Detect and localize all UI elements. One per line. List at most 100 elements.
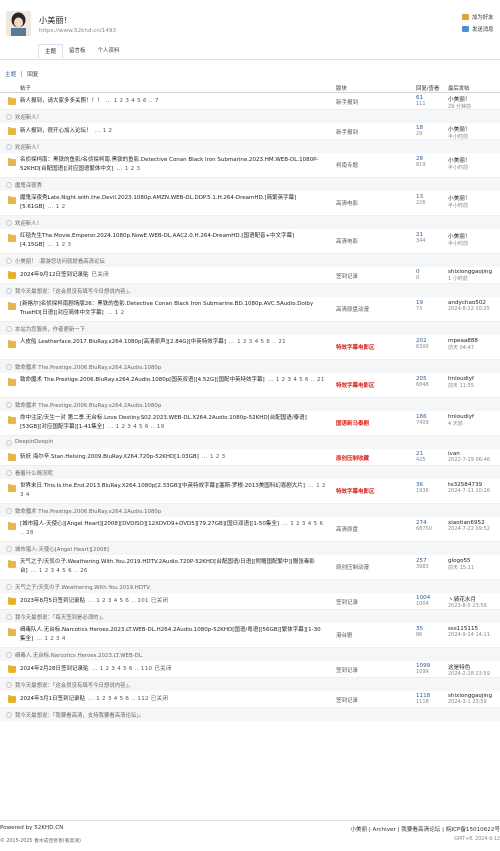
last-post-user[interactable]: 这是特色 (448, 663, 490, 671)
reply-preview: 欢迎新人！ (0, 139, 500, 153)
tab-guestbook[interactable]: 留言板 (63, 44, 92, 59)
send-message-button[interactable]: 发送消息 (462, 24, 500, 36)
thread-forum[interactable]: 高清原盘 (336, 525, 358, 533)
row-main: [新格尔]名侦探柯南剧场版26：黑铁的鱼影.Detective Conan Bl… (0, 297, 500, 321)
thread-forum[interactable]: 原创压制收藏 (336, 454, 369, 462)
last-post-time[interactable]: 前天 11:55 (448, 382, 474, 389)
thread-title-link[interactable]: 人皮船 Leatherface.2017.BluRay.x264.1080p[高… (20, 339, 226, 345)
thread-title-link[interactable]: 2024年9月12日签到记录贴 (20, 272, 89, 278)
thread-forum[interactable]: 签到记录 (336, 598, 358, 606)
add-friend-button[interactable]: 加为好友 (462, 12, 500, 24)
last-post-user[interactable]: 小美丽！ (448, 156, 470, 164)
reply-preview-text[interactable]: 致命魔术 The.Prestige.2006.BluRay.x264.2Audi… (15, 401, 161, 409)
tab-threads[interactable]: 主题 (38, 44, 64, 59)
reply-preview-text[interactable]: 我今天最想说：「每天签到是必须的」。 (15, 613, 107, 621)
last-post-time[interactable]: 前天 04:47 (448, 344, 478, 351)
thread-counts: 202 6300 (416, 338, 429, 350)
thread-pages[interactable]: ... 1 2 3 4 5 6 .. 110 已关闭 (92, 666, 172, 672)
thread-forum[interactable]: 高清原盘动漫 (336, 305, 369, 313)
last-post-user[interactable]: 小美丽！ (448, 95, 471, 103)
thread-title-link[interactable]: 致命魔术 The.Prestige.2006.BluRay.x264.2Audi… (20, 377, 265, 383)
last-post-time[interactable]: 半小时前 (448, 202, 470, 209)
thread-pages[interactable]: ... 1 2 3 4 5 6 .. 7 (106, 98, 159, 104)
thread-pages[interactable]: ... 1 2 3 4 (36, 636, 66, 642)
reply-preview-text[interactable]: 本站为您服务，作者更新一下 (15, 325, 85, 333)
reply-preview-text[interactable]: 魔鬼深夜秀 (15, 181, 42, 189)
profile-url[interactable]: https://www.52khd.cn/1493 (39, 28, 116, 34)
thread-pages[interactable]: ... 1 2 3 4 5 6 .. 101 已关闭 (88, 598, 168, 604)
thread-forum[interactable]: 新手报到 (336, 128, 358, 136)
thread-forum[interactable]: 新手报到 (336, 98, 358, 106)
reply-preview-text[interactable]: 小美丽！ :慕游您访问就提看高清论坛 (15, 257, 105, 265)
thread-pages[interactable]: ... 1 2 3 (48, 242, 72, 248)
last-post-user[interactable]: ヽ骑花水月 (448, 595, 487, 603)
thread-title-link[interactable]: 斩妖 海尔辛.Stan.Helsing.2009.BluRay.X264.720… (20, 454, 199, 460)
thread-title-link[interactable]: 新人报到，请大家多多关照！！！ (20, 98, 103, 104)
thread-forum[interactable]: 国语新马泰剧 (336, 419, 369, 427)
last-post-user[interactable]: 小美丽！ (448, 194, 470, 202)
thread-forum[interactable]: 签到记录 (336, 272, 358, 280)
last-post-time[interactable]: 半小时前 (448, 164, 470, 171)
footer-powered[interactable]: Powered by 52KHD.CN (0, 825, 63, 831)
thread-forum[interactable]: 签到记录 (336, 696, 358, 704)
thread-pages[interactable]: ... 1 2 3 (202, 454, 226, 460)
last-post-time[interactable]: 前天 15:11 (448, 564, 474, 571)
thread-title-link[interactable]: [新格尔]名侦探柯南剧场版26：黑铁的鱼影.Detective Conan Bl… (20, 301, 313, 316)
thread-pages[interactable]: ... 1 2 3 4 5 6 .. 26 (31, 568, 88, 574)
thread-forum[interactable]: 港台剧 (336, 631, 353, 639)
reply-preview-text[interactable]: 天气之子/天気の子.Weathering.With.You.2019.HDTV. (15, 583, 151, 591)
reply-preview-text[interactable]: 我今天最想说：「我要看高清，支持我要看高清论坛」。 (15, 711, 144, 719)
thread-pages[interactable]: 已关闭 (92, 272, 109, 278)
reply-preview-text[interactable]: 欢迎新人！ (15, 143, 42, 151)
last-post-time[interactable]: 2024-7-11 10:26 (448, 488, 490, 494)
last-post-time[interactable]: 2024-7-22 09:52 (448, 526, 490, 532)
thread-pages[interactable]: ... 1 2 3 4 5 6 .. 112 已关闭 (88, 696, 168, 702)
thread-pages[interactable]: ... 1 2 (48, 204, 66, 210)
footer-links[interactable]: 小美丽 | Archiver | 我要看高清论坛 | 皖ICP备15010622… (350, 825, 500, 833)
thread-pages[interactable]: ... 1 2 3 (117, 166, 141, 172)
last-post-time[interactable]: 2024-8-22 20:25 (448, 306, 490, 312)
reply-preview-text[interactable]: 致命魔术 The.Prestige.2006.BluRay.x264.2Audi… (15, 507, 161, 515)
tab-profile[interactable]: 个人资料 (92, 44, 126, 59)
thread-title-link[interactable]: 2023年8月5日签到记录贴 (20, 598, 85, 604)
thread-forum[interactable]: 签到记录 (336, 666, 358, 674)
thread-forum[interactable]: 特效字幕电影区 (336, 487, 375, 495)
last-post-time[interactable]: 2024-9-24 14:11 (448, 632, 490, 638)
thread-pages[interactable]: ... 1 2 (95, 128, 113, 134)
thread-title-link[interactable]: 世界末日.This.Is.the.End.2013.BluRay.X264.10… (20, 483, 305, 489)
thread-pages[interactable]: ... 1 2 3 4 5 6 .. 21 (229, 339, 286, 345)
thread-forum[interactable]: 高清电影 (336, 237, 358, 245)
reply-preview-text[interactable]: 看着什么情况呢 (15, 469, 53, 477)
reply-preview-text[interactable]: 城市猎人-天使心[Angel Heart][2008] (15, 545, 109, 553)
thread-title-link[interactable]: 2024年3月1日签到记录贴 (20, 696, 85, 702)
last-post-time[interactable]: 2024-3-1 23:59 (448, 699, 492, 705)
last-post-user[interactable]: 小美丽！ (448, 125, 470, 133)
thread-title-link[interactable]: 名侦探柯南：黑铁的鱼影/名侦探柯南.黑铁的鱼影.Detective Conan … (20, 157, 318, 172)
last-post-time[interactable]: 2022-7-19 06:46 (448, 457, 490, 463)
thread-pages[interactable]: ... 1 2 3 4 5 6 .. 19 (107, 424, 164, 430)
last-post-time[interactable]: 4 天前 (448, 420, 474, 427)
thread-pages[interactable]: ... 1 2 3 4 5 6 .. 21 (268, 377, 325, 383)
last-post-user[interactable]: 小美丽！ (448, 232, 470, 240)
crumb-threads[interactable]: 主题 (5, 72, 16, 78)
reply-preview-text[interactable]: 缉毒人.无台标.Narcotics Heroes.2023.LT.WEB-DL. (15, 651, 143, 659)
reply-preview-text[interactable]: 欢迎新人！ (15, 219, 42, 227)
avatar[interactable] (6, 11, 31, 36)
crumb-replies[interactable]: 回复 (27, 72, 38, 78)
reply-preview-text[interactable]: 我今天最想说：「这会员没有填写今日想说内容」。 (15, 681, 134, 689)
thread-title-link[interactable]: [城市猎人-天使心][Angel Heart][2008][DVDISO][12… (20, 521, 279, 527)
thread-forum[interactable]: 高清电影 (336, 199, 358, 207)
thread-forum[interactable]: 特效字幕电影区 (336, 343, 375, 351)
reply-preview-text[interactable]: 我今天最想说：「这会员没有填写今日想说内容」。 (15, 287, 134, 295)
thread-forum[interactable]: 原创压制动漫 (336, 563, 369, 571)
thread-forum[interactable]: 柯南专题 (336, 161, 358, 169)
thread-title-link[interactable]: 新人报到，很开心加入论坛！ (20, 128, 92, 134)
thread-forum[interactable]: 特效字幕电影区 (336, 381, 375, 389)
reply-preview-text[interactable]: 致命魔术 The.Prestige.2006.BluRay.x264.2Audi… (15, 363, 161, 371)
reply-preview-text[interactable]: DeepinDeepin (15, 439, 53, 445)
last-post-time[interactable]: 1 小时前 (448, 275, 492, 282)
last-post-time[interactable]: 半小时前 (448, 240, 470, 247)
thread-title-link[interactable]: 2024年2月28日签到记录贴 (20, 666, 89, 672)
reply-preview-text[interactable]: 欢迎新人！ (15, 113, 42, 121)
thread-pages[interactable]: ... 1 2 (107, 310, 125, 316)
